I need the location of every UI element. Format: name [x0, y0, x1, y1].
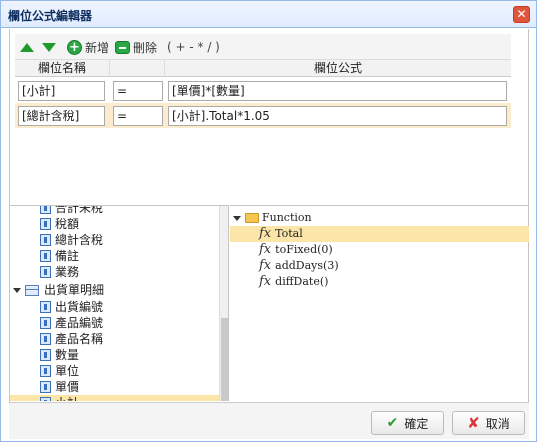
cancel-button[interactable]: ✘ 取消 — [452, 411, 525, 435]
grid-header: 欄位名稱 欄位公式 — [15, 60, 511, 77]
editor-body: + 新增 刪除 ( + - * / ) 欄位名稱 欄位公式 [小計] = [單價… — [9, 29, 529, 402]
tree-item[interactable]: 業務 — [40, 264, 79, 280]
tree-item-table[interactable]: 出貨單明細 — [13, 282, 104, 298]
move-up-button[interactable] — [20, 39, 34, 55]
field-name-input[interactable]: [小計] — [18, 81, 105, 101]
tree-item[interactable]: 出貨編號 — [40, 299, 103, 315]
fx-icon: fx — [259, 242, 272, 257]
table-row[interactable]: [小計] = [單價]*[數量] — [15, 78, 511, 103]
field-icon — [40, 365, 51, 377]
field-icon — [40, 206, 51, 214]
ok-label: 確定 — [404, 416, 429, 431]
add-button[interactable]: + 新增 — [67, 39, 109, 55]
fx-icon: fx — [259, 226, 272, 241]
column-header-op — [110, 60, 165, 77]
folder-icon — [245, 213, 259, 223]
formula-editor-dialog: 欄位公式編輯器 ✕ + 新增 刪除 ( + - * / ) 欄位名稱 欄位公式 … — [0, 0, 537, 442]
field-icon — [40, 234, 51, 246]
formula-input[interactable]: [單價]*[數量] — [168, 81, 507, 101]
cancel-x-icon: ✘ — [467, 414, 480, 432]
expand-toggle-icon[interactable] — [13, 287, 21, 293]
expand-toggle-icon[interactable] — [233, 215, 241, 221]
check-icon: ✔ — [386, 415, 399, 431]
tree-item[interactable]: 產品編號 — [40, 315, 103, 331]
arrow-up-icon — [20, 42, 34, 52]
delete-label: 刪除 — [133, 40, 158, 55]
tree-item-label: 合計未稅 — [55, 205, 104, 215]
dialog-title: 欄位公式編輯器 — [8, 9, 93, 23]
tree-item[interactable]: 合計未稅 — [40, 205, 104, 216]
function-item-label: toFixed(0) — [275, 243, 333, 256]
dialog-footer: ✔ 確定 ✘ 取消 — [9, 402, 529, 439]
function-item-label: diffDate() — [275, 275, 329, 288]
field-icon — [40, 317, 51, 329]
operator-input[interactable]: = — [113, 81, 163, 101]
field-name-input[interactable]: [總計含稅] — [18, 106, 105, 126]
fx-icon: fx — [259, 274, 272, 289]
tree-item[interactable]: 總計含稅 — [40, 232, 103, 248]
tree-item-label: 出貨單明細 — [44, 283, 105, 297]
tree-item-label: 業務 — [55, 265, 80, 279]
function-item[interactable]: fx toFixed(0) — [259, 242, 333, 258]
tree-item[interactable]: 稅額 — [40, 216, 79, 232]
function-item-label: Total — [275, 227, 303, 240]
title-bar[interactable]: 欄位公式編輯器 ✕ — [1, 1, 536, 28]
arrow-down-icon — [42, 42, 56, 52]
field-icon — [40, 301, 51, 313]
tree-item[interactable]: 產品名稱 — [40, 331, 103, 347]
vertical-scrollbar[interactable] — [219, 206, 228, 401]
tree-item-label: 稅額 — [55, 217, 80, 231]
field-icon — [40, 397, 51, 401]
tree-item-label: 產品編號 — [55, 316, 104, 330]
fx-icon: fx — [259, 258, 272, 273]
table-icon — [25, 284, 39, 296]
tree-item-selected[interactable]: 小計 — [10, 395, 219, 401]
table-row[interactable]: [總計含稅] = [小計].Total*1.05 — [15, 103, 511, 128]
field-icon — [40, 266, 51, 278]
tree-item-label: 單位 — [55, 364, 80, 378]
toolbar: + 新增 刪除 ( + - * / ) — [15, 34, 511, 60]
tree-item-label: 產品名稱 — [55, 332, 104, 346]
operator-buttons[interactable]: ( + - * / ) — [167, 39, 220, 55]
tree-item-label: 總計含稅 — [55, 233, 104, 247]
function-root[interactable]: Function — [233, 210, 312, 226]
field-icon — [40, 218, 51, 230]
tree-item[interactable]: 單位 — [40, 363, 79, 379]
delete-button[interactable]: 刪除 — [115, 39, 157, 55]
tree-item-label: 出貨編號 — [55, 300, 104, 314]
tree-item-label: 備註 — [55, 249, 80, 263]
add-label: 新增 — [85, 40, 110, 55]
tree-item[interactable]: 單價 — [40, 379, 79, 395]
function-item[interactable]: fx addDays(3) — [259, 258, 339, 274]
function-root-label: Function — [262, 211, 312, 224]
cancel-label: 取消 — [485, 416, 510, 431]
ok-button[interactable]: ✔ 確定 — [371, 411, 444, 435]
function-item-selected[interactable]: fx Total — [230, 226, 529, 242]
function-item[interactable]: fx diffDate() — [259, 274, 328, 290]
plus-icon: + — [67, 39, 82, 55]
field-icon — [40, 381, 51, 393]
tree-item-label: 單價 — [55, 380, 80, 394]
minus-icon — [115, 40, 130, 54]
move-down-button[interactable] — [42, 39, 56, 55]
close-icon[interactable]: ✕ — [513, 6, 530, 23]
column-header-name: 欄位名稱 — [15, 60, 110, 77]
tree-item[interactable]: 備註 — [40, 248, 79, 264]
field-icon — [40, 333, 51, 345]
formula-input[interactable]: [小計].Total*1.05 — [168, 106, 507, 126]
tree-item-label: 數量 — [55, 348, 80, 362]
scrollbar-thumb[interactable] — [221, 318, 228, 401]
function-item-label: addDays(3) — [275, 259, 339, 272]
function-tree-pane[interactable]: Function fx Total fx toFixed(0) fx addDa… — [230, 205, 529, 401]
field-icon — [40, 349, 51, 361]
field-icon — [40, 250, 51, 262]
tree-item[interactable]: 數量 — [40, 347, 79, 363]
column-header-formula: 欄位公式 — [313, 61, 362, 75]
tree-item-label: 小計 — [55, 395, 79, 401]
field-tree-pane[interactable]: 合計未稅 稅額 總計含稅 備註 業務 出貨單明細 出貨編號 產品編號 產品名稱 … — [10, 205, 229, 401]
operator-input[interactable]: = — [113, 106, 163, 126]
